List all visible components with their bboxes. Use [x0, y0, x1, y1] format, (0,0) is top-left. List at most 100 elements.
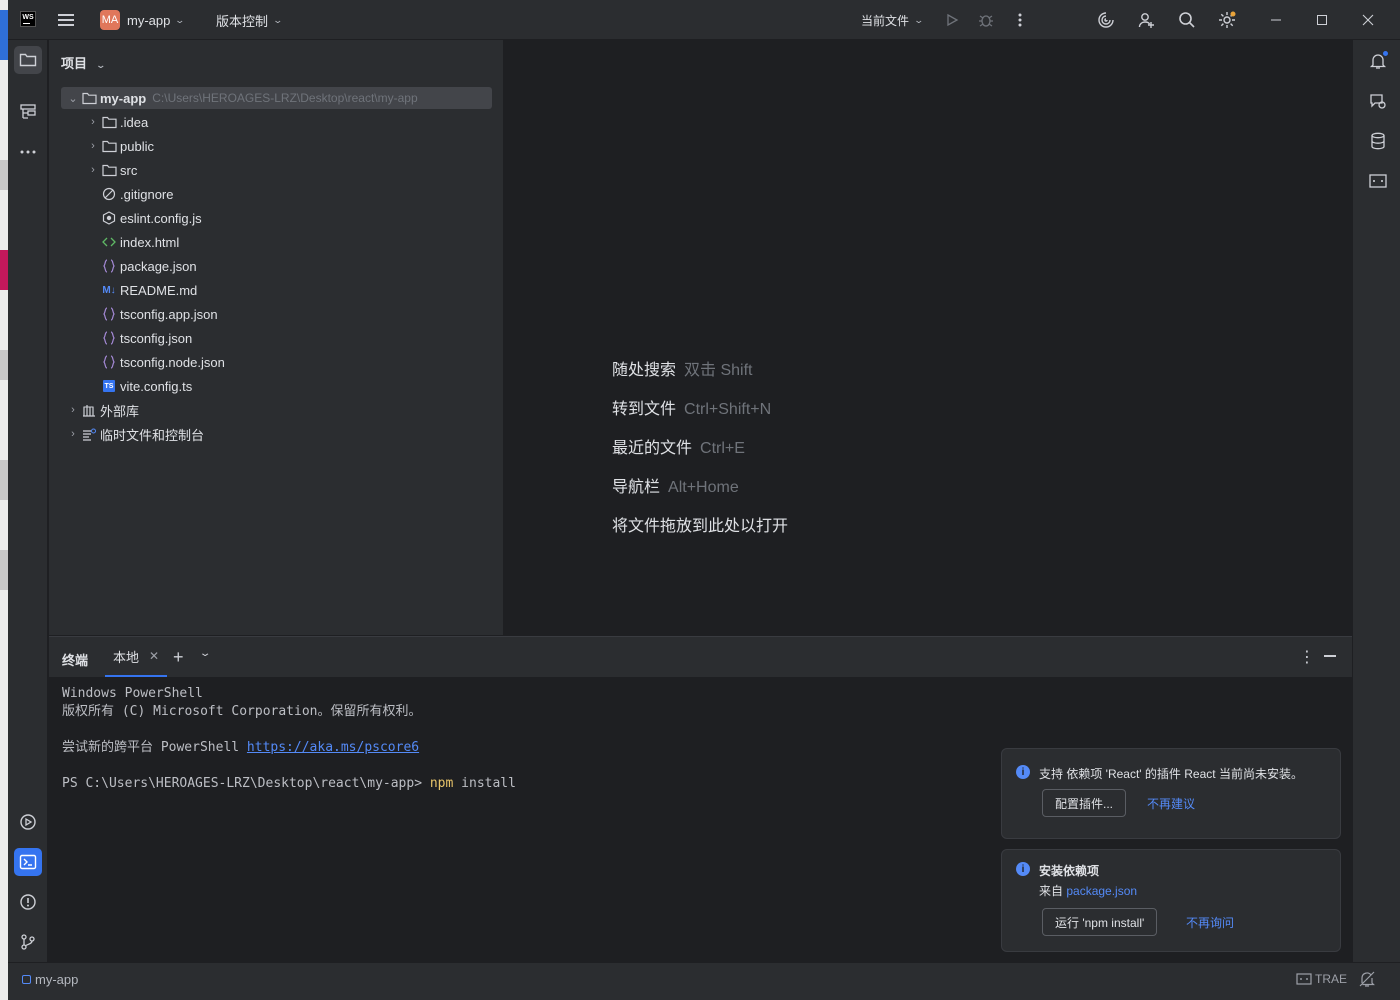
- run-icon[interactable]: [942, 10, 962, 30]
- dont-ask-again-link[interactable]: 不再询问: [1186, 914, 1234, 931]
- left-tool-strip: [8, 40, 48, 962]
- terminal-tool-button[interactable]: [14, 848, 42, 876]
- tree-item-src[interactable]: › src: [85, 159, 137, 181]
- terminal-output[interactable]: Windows PowerShell 版权所有 (C) Microsoft Co…: [62, 685, 516, 793]
- tree-item-index-html[interactable]: index.html: [85, 231, 179, 253]
- project-badge[interactable]: MA: [100, 10, 120, 30]
- more-actions-icon[interactable]: [1010, 10, 1030, 30]
- close-tab-icon[interactable]: ✕: [149, 649, 159, 663]
- database-icon: [1371, 132, 1385, 150]
- dont-suggest-link[interactable]: 不再建议: [1147, 795, 1195, 812]
- tree-item-vite-config-ts[interactable]: TS vite.config.ts: [85, 375, 192, 397]
- notifications-muted-icon[interactable]: [1359, 971, 1375, 990]
- chevron-down-icon[interactable]: ⌄: [199, 648, 212, 659]
- tree-item-idea[interactable]: › .idea: [85, 111, 148, 133]
- install-dependencies-notification: i 安装依赖项 来自 package.json 运行 'npm install'…: [1001, 849, 1341, 952]
- markdown-file-icon: M↓: [102, 284, 116, 296]
- configure-plugins-button[interactable]: 配置插件...: [1042, 789, 1127, 817]
- terminal-options-icon[interactable]: ⋮: [1299, 647, 1315, 667]
- json-file-icon: [101, 306, 117, 322]
- editor-empty-area[interactable]: 随处搜索 双击 Shift 转到文件 Ctrl+Shift+N 最近的文件 Ctrl+…: [505, 40, 1352, 635]
- minimize-icon[interactable]: [1266, 10, 1286, 30]
- tree-item-eslint-config-js[interactable]: eslint.config.js: [85, 207, 202, 229]
- hint-recent-files: 最近的文件 Ctrl+E: [612, 440, 745, 457]
- tree-item-tsconfig-node-json[interactable]: tsconfig.node.json: [85, 351, 225, 373]
- terminal-line: 尝试新的跨平台 PowerShell: [62, 740, 247, 755]
- tree-item-tsconfig-app-json[interactable]: tsconfig.app.json: [85, 303, 218, 325]
- folder-icon: [101, 138, 117, 154]
- tree-item-label: package.json: [120, 258, 197, 274]
- json-file-icon: [101, 258, 117, 274]
- notifications-button[interactable]: [1367, 50, 1389, 72]
- package-json-link[interactable]: package.json: [1066, 884, 1137, 898]
- problems-tool-button[interactable]: [14, 888, 42, 916]
- folder-icon: [81, 90, 97, 106]
- eslint-file-icon: [101, 210, 117, 226]
- new-terminal-tab-icon[interactable]: +: [173, 647, 184, 668]
- json-file-icon: [101, 330, 117, 346]
- chevron-right-icon[interactable]: ›: [85, 164, 101, 176]
- run-npm-install-button[interactable]: 运行 'npm install': [1042, 908, 1158, 936]
- tree-item-label: index.html: [120, 234, 180, 250]
- root-folder-name: my-app: [100, 90, 147, 106]
- structure-tool-button[interactable]: [14, 98, 42, 126]
- tree-item-tsconfig-json[interactable]: tsconfig.json: [85, 327, 192, 349]
- info-icon: i: [1016, 765, 1030, 779]
- tree-root-my-app[interactable]: ⌄ my-app C:\Users\HEROAGES-LRZ\Desktop\r…: [61, 87, 492, 109]
- search-icon[interactable]: [1177, 10, 1197, 30]
- ai-assistant-icon[interactable]: [1096, 10, 1116, 30]
- tree-item-gitignore[interactable]: .gitignore: [85, 183, 173, 205]
- terminal-tab-label: 本地: [113, 649, 140, 665]
- maximize-icon[interactable]: [1312, 10, 1332, 30]
- chevron-down-icon[interactable]: ⌄: [65, 92, 81, 105]
- terminal-icon: [19, 854, 37, 870]
- close-icon[interactable]: [1358, 10, 1378, 30]
- tree-item-public[interactable]: › public: [85, 135, 154, 157]
- git-tool-button[interactable]: [14, 928, 42, 956]
- terminal-title: 终端: [62, 653, 89, 668]
- chevron-right-icon[interactable]: ›: [65, 404, 81, 416]
- tree-item-label: .idea: [120, 114, 149, 130]
- folder-icon: [101, 162, 117, 178]
- debug-icon[interactable]: [976, 10, 996, 30]
- main-menu-button[interactable]: [58, 0, 76, 40]
- terminal-link[interactable]: https://aka.ms/pscore6: [247, 740, 419, 755]
- services-tool-button[interactable]: [14, 808, 42, 836]
- settings-gear-icon[interactable]: [1217, 10, 1237, 30]
- git-branch-icon: [21, 934, 35, 950]
- status-project-breadcrumb[interactable]: my-app: [22, 972, 78, 987]
- terminal-line: 版权所有 (C) Microsoft Corporation。保留所有权利。: [62, 704, 422, 719]
- tree-item-label: tsconfig.node.json: [120, 354, 225, 370]
- ellipsis-icon: [20, 150, 36, 154]
- trae-panel-button[interactable]: [1367, 170, 1389, 192]
- ai-chat-button[interactable]: [1367, 90, 1389, 112]
- tree-item-package-json[interactable]: package.json: [85, 255, 197, 277]
- project-view-selector[interactable]: 项目 ⌄: [61, 53, 106, 72]
- chevron-right-icon[interactable]: ›: [85, 140, 101, 152]
- terminal-header: 终端 本地 ✕ + ⌄ ⋮: [49, 637, 1352, 677]
- run-config-selector[interactable]: 当前文件 ⌄: [861, 0, 924, 40]
- terminal-tab-local[interactable]: 本地 ✕: [105, 637, 168, 677]
- chevron-right-icon[interactable]: ›: [65, 428, 81, 440]
- root-folder-path: C:\Users\HEROAGES-LRZ\Desktop\react\my-a…: [152, 91, 418, 105]
- tree-item-label: .gitignore: [120, 186, 174, 202]
- hide-panel-icon[interactable]: [1324, 655, 1336, 657]
- tree-external-libraries[interactable]: › 外部库: [65, 399, 139, 421]
- vcs-menu[interactable]: 版本控制 ⌄: [216, 0, 283, 40]
- chevron-right-icon[interactable]: ›: [85, 116, 101, 128]
- add-user-icon[interactable]: [1137, 10, 1157, 30]
- project-switcher[interactable]: my-app ⌄: [127, 0, 185, 40]
- tree-item-readme-md[interactable]: M↓ README.md: [85, 279, 197, 301]
- hint-navigation-bar: 导航栏 Alt+Home: [612, 479, 739, 496]
- database-button[interactable]: [1367, 130, 1389, 152]
- status-trae-widget[interactable]: TRAE: [1296, 972, 1347, 986]
- run-services-icon: [20, 814, 36, 830]
- more-tools-button[interactable]: [14, 138, 42, 166]
- folder-icon: [101, 114, 117, 130]
- project-tool-button[interactable]: [14, 46, 42, 74]
- desktop-background: [0, 0, 8, 1000]
- tree-item-label: public: [120, 138, 154, 154]
- title-bar: WS MA my-app ⌄ 版本控制 ⌄ 当前文件 ⌄: [8, 0, 1400, 40]
- notification-text: 支持 依赖项 'React' 的插件 React 当前尚未安装。: [1039, 767, 1303, 781]
- tree-scratches[interactable]: › 临时文件和控制台: [65, 423, 204, 445]
